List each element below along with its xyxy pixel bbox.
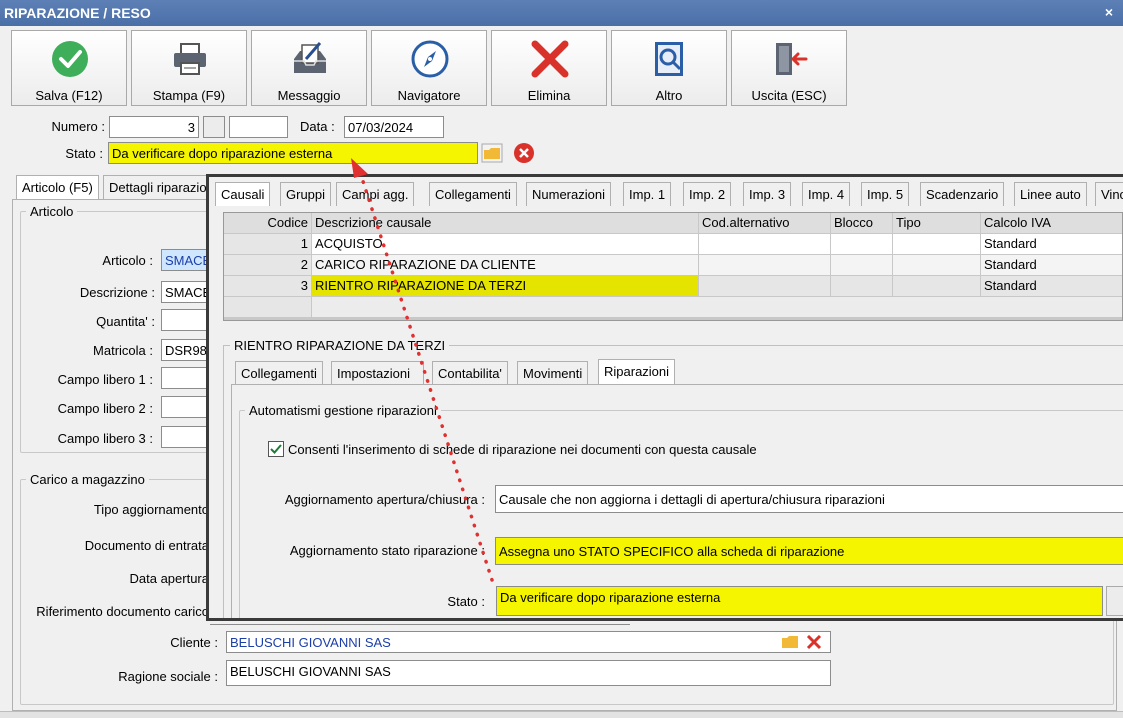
annotation-dotted-line <box>358 170 494 582</box>
annotation-arrow <box>351 158 494 582</box>
annotation-arrowhead <box>351 158 368 178</box>
status-bar <box>0 711 1123 718</box>
